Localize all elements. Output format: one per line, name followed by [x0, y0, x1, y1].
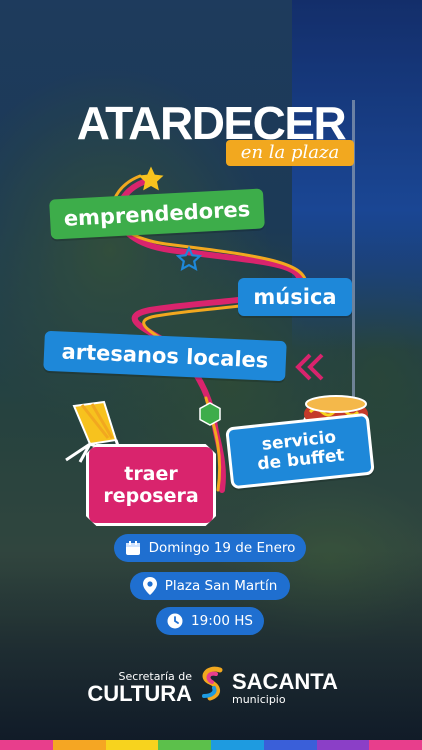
event-date: Domingo 19 de Enero — [114, 534, 306, 562]
clock-icon — [167, 613, 183, 629]
event-place-text: Plaza San Martín — [164, 578, 278, 594]
event-poster: ATARDECER en la plaza emprendedores músi… — [0, 0, 422, 750]
stripe-segment — [316, 740, 370, 750]
star-icon — [138, 166, 164, 191]
double-chevron-left-icon — [295, 353, 324, 381]
stripe-segment — [158, 740, 211, 750]
calendar-icon — [125, 541, 140, 555]
hexagon-icon — [199, 402, 221, 426]
sacanta-small-text: municipio — [232, 693, 286, 706]
stripe-segment — [369, 740, 422, 750]
star-outline-icon — [176, 246, 202, 271]
cultura-big-text: CULTURA — [87, 681, 192, 706]
reposera-line1: traer — [124, 463, 178, 485]
event-title: ATARDECER — [76, 97, 347, 149]
reposera-line2: reposera — [103, 485, 199, 507]
sacanta-logo-icon — [202, 666, 223, 701]
stripe-segment — [263, 740, 317, 750]
stripe-segment — [52, 740, 106, 750]
stripe-segment — [0, 740, 53, 750]
logo-sacanta-municipio: SACANTA municipio — [232, 670, 352, 706]
event-subtitle: en la plaza — [226, 140, 354, 166]
event-place: Plaza San Martín — [130, 572, 290, 600]
tag-traer-reposera: traer reposera — [86, 444, 216, 526]
stripe-segment — [105, 740, 159, 750]
location-pin-icon — [142, 577, 157, 595]
logo-secretaria-cultura: Secretaría de CULTURA — [86, 670, 192, 705]
sacanta-big-text: SACANTA — [232, 669, 338, 694]
event-time: 19:00 HS — [156, 607, 264, 635]
event-date-text: Domingo 19 de Enero — [148, 540, 296, 556]
tag-musica: música — [238, 278, 352, 316]
stripe-segment — [211, 740, 264, 750]
color-stripe — [0, 740, 422, 750]
event-time-text: 19:00 HS — [191, 613, 253, 629]
